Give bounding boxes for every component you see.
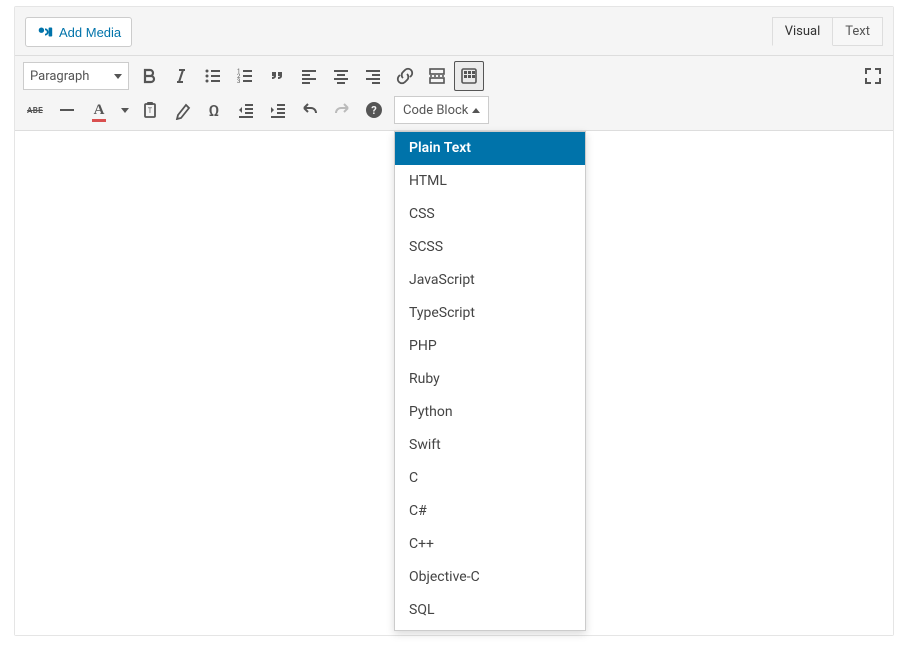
tab-visual[interactable]: Visual xyxy=(772,17,834,46)
bulleted-list-button[interactable] xyxy=(198,61,228,91)
fullscreen-icon xyxy=(863,66,883,86)
horizontal-rule-icon xyxy=(60,109,74,111)
editor-container: Add Media Visual Text Paragraph 123 xyxy=(14,6,894,636)
align-left-button[interactable] xyxy=(294,61,324,91)
undo-icon xyxy=(300,100,320,120)
code-block-dropdown-menu: Plain TextHTMLCSSSCSSJavaScriptTypeScrip… xyxy=(394,131,586,631)
chevron-up-icon xyxy=(472,108,480,113)
code-block-option[interactable]: CSS xyxy=(395,198,585,231)
clear-formatting-button[interactable] xyxy=(167,95,197,125)
code-block-option[interactable]: C# xyxy=(395,495,585,528)
align-left-icon xyxy=(299,66,319,86)
outdent-button[interactable] xyxy=(231,95,261,125)
blockquote-icon xyxy=(267,66,287,86)
italic-button[interactable] xyxy=(166,61,196,91)
align-center-icon xyxy=(331,66,351,86)
chevron-down-icon xyxy=(121,108,129,113)
help-button[interactable]: ? xyxy=(359,95,389,125)
read-more-button[interactable] xyxy=(422,61,452,91)
clear-formatting-icon xyxy=(172,100,192,120)
code-block-option[interactable]: HTML xyxy=(395,165,585,198)
add-media-button[interactable]: Add Media xyxy=(25,17,132,47)
redo-icon xyxy=(332,100,352,120)
special-character-button[interactable]: Ω xyxy=(199,95,229,125)
indent-button[interactable] xyxy=(263,95,293,125)
code-block-option[interactable]: Ruby xyxy=(395,363,585,396)
text-color-button[interactable]: A xyxy=(84,95,114,125)
tab-text[interactable]: Text xyxy=(832,17,883,46)
code-block-option[interactable]: C xyxy=(395,462,585,495)
bold-button[interactable] xyxy=(134,61,164,91)
bulleted-list-icon xyxy=(203,66,223,86)
code-block-option[interactable]: C++ xyxy=(395,528,585,561)
media-icon xyxy=(36,23,54,41)
code-block-dropdown-button[interactable]: Code Block xyxy=(394,96,489,124)
code-block-option[interactable]: Objective-C xyxy=(395,561,585,594)
code-block-option[interactable]: SCSS xyxy=(395,231,585,264)
code-block-option[interactable]: JavaScript xyxy=(395,264,585,297)
svg-text:3: 3 xyxy=(237,78,240,85)
format-select[interactable]: Paragraph xyxy=(23,62,129,90)
code-block-option[interactable]: Swift xyxy=(395,429,585,462)
align-right-button[interactable] xyxy=(358,61,388,91)
code-block-option[interactable]: Plain Text xyxy=(395,132,585,165)
horizontal-rule-button[interactable] xyxy=(52,95,82,125)
paste-text-button[interactable]: T xyxy=(135,95,165,125)
code-block-option[interactable]: TypeScript xyxy=(395,297,585,330)
editor-mode-tabs: Visual Text xyxy=(773,17,883,46)
help-icon: ? xyxy=(364,100,384,120)
read-more-icon xyxy=(427,66,447,86)
strikethrough-button[interactable]: ABE xyxy=(20,95,50,125)
link-icon xyxy=(395,66,415,86)
svg-text:?: ? xyxy=(371,104,377,117)
numbered-list-icon: 123 xyxy=(235,66,255,86)
code-block-option[interactable]: Python xyxy=(395,396,585,429)
paste-icon: T xyxy=(140,100,160,120)
editor-content[interactable]: Plain TextHTMLCSSSCSSJavaScriptTypeScrip… xyxy=(15,131,893,635)
align-right-icon xyxy=(363,66,383,86)
undo-button[interactable] xyxy=(295,95,325,125)
format-select-value: Paragraph xyxy=(30,69,89,84)
code-block-option[interactable]: SQL xyxy=(395,594,585,627)
code-block-option[interactable]: PHP xyxy=(395,330,585,363)
text-color-caret-button[interactable] xyxy=(117,95,133,125)
code-block-label: Code Block xyxy=(403,103,468,118)
indent-icon xyxy=(268,100,288,120)
editor-toolbar: Paragraph 123 ABE A T Ω xyxy=(15,56,893,131)
fullscreen-button[interactable] xyxy=(858,61,888,91)
blockquote-button[interactable] xyxy=(262,61,292,91)
editor-topbar: Add Media Visual Text xyxy=(15,7,893,56)
outdent-icon xyxy=(236,100,256,120)
toolbar-row-1: Paragraph 123 xyxy=(19,59,889,93)
toolbar-toggle-icon xyxy=(459,66,479,86)
toolbar-row-2: ABE A T Ω ? Code Block xyxy=(19,93,889,127)
align-center-button[interactable] xyxy=(326,61,356,91)
add-media-label: Add Media xyxy=(59,25,121,40)
toolbar-toggle-button[interactable] xyxy=(454,61,484,91)
redo-button[interactable] xyxy=(327,95,357,125)
chevron-down-icon xyxy=(114,74,122,79)
special-character-icon: Ω xyxy=(209,101,220,120)
italic-icon xyxy=(171,66,191,86)
link-button[interactable] xyxy=(390,61,420,91)
strikethrough-icon: ABE xyxy=(27,106,43,115)
numbered-list-button[interactable]: 123 xyxy=(230,61,260,91)
bold-icon xyxy=(139,66,159,86)
svg-text:T: T xyxy=(148,107,153,115)
text-color-icon: A xyxy=(94,102,105,119)
